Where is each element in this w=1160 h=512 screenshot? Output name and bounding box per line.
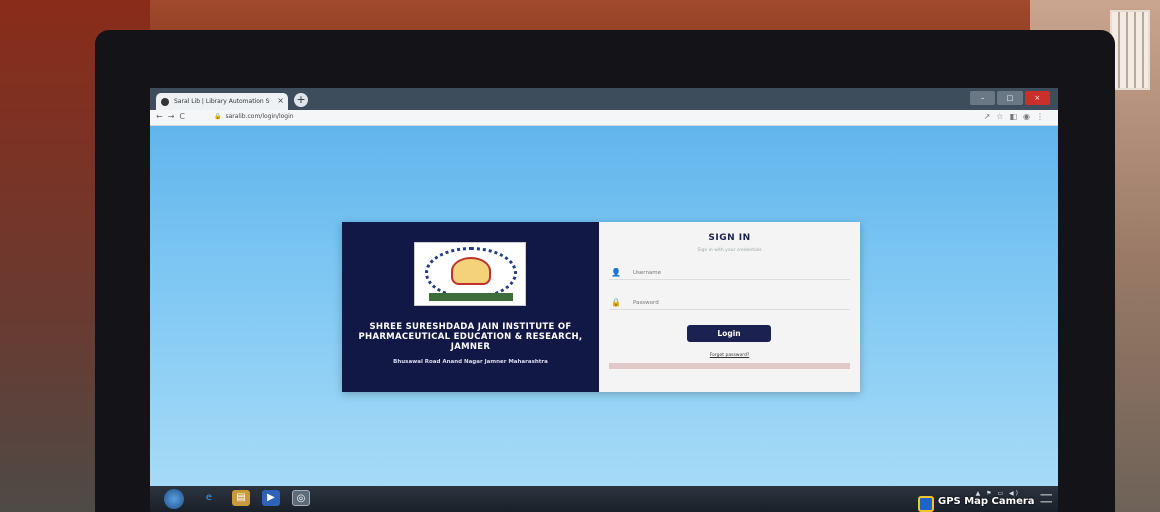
password-field: 🔒 xyxy=(609,296,850,310)
watermark-text: GPS Map Camera xyxy=(938,496,1035,507)
monitor-screen: Saral Lib | Library Automation S × + – □… xyxy=(150,88,1058,486)
close-window-button[interactable]: × xyxy=(1024,91,1050,105)
signin-panel: SIGN IN Sign in with your credentials 👤 … xyxy=(599,222,860,392)
watermark: GPS Map Camera xyxy=(918,496,1160,512)
room-window xyxy=(1110,10,1150,90)
ie-icon[interactable]: e xyxy=(200,490,218,506)
password-input[interactable] xyxy=(633,298,833,308)
back-button[interactable]: ← xyxy=(156,112,168,121)
maximize-button[interactable]: □ xyxy=(997,91,1023,105)
profile-icon[interactable]: ◉ xyxy=(1023,112,1036,121)
minimize-button[interactable]: – xyxy=(970,91,996,105)
institute-logo xyxy=(414,242,526,306)
footer-bar xyxy=(609,363,850,369)
media-icon[interactable]: ▶ xyxy=(262,490,280,506)
favicon-icon xyxy=(161,98,169,106)
user-icon: 👤 xyxy=(611,268,621,277)
username-input[interactable] xyxy=(633,268,833,278)
forgot-password-link[interactable]: Forgot password? xyxy=(599,353,860,358)
bookmark-star-icon[interactable]: ☆ xyxy=(996,112,1009,121)
menu-icon[interactable]: ⋮ xyxy=(1036,112,1050,121)
start-button[interactable] xyxy=(164,489,184,509)
address-bar-row: ←→C 🔒 saralib.com/login/login ↗☆◧◉⋮ xyxy=(150,110,1058,126)
toolbar-icons: ↗☆◧◉⋮ xyxy=(984,112,1050,121)
chrome-icon[interactable]: ◎ xyxy=(292,490,310,506)
forward-button[interactable]: → xyxy=(168,112,180,121)
url-text: saralib.com/login/login xyxy=(225,113,294,120)
institute-address: Bhusawal Road Anand Nagar Jamner Maharas… xyxy=(393,359,548,365)
photo-background: Saral Lib | Library Automation S × + – □… xyxy=(0,0,1160,512)
explorer-icon[interactable]: ▤ xyxy=(232,490,250,506)
sidepanel-icon[interactable]: ◧ xyxy=(1009,112,1023,121)
tab-close-icon[interactable]: × xyxy=(277,96,284,105)
share-icon[interactable]: ↗ xyxy=(984,112,997,121)
reload-button[interactable]: C xyxy=(179,112,190,121)
tab-title: Saral Lib | Library Automation S xyxy=(174,98,270,105)
browser-tab-bar: Saral Lib | Library Automation S × + – □… xyxy=(150,88,1058,110)
institute-name: SHREE SURESHDADA JAIN INSTITUTE OF PHARM… xyxy=(358,322,583,352)
nav-buttons: ←→C xyxy=(156,112,190,121)
signin-title: SIGN IN xyxy=(708,233,751,243)
login-card: SHREE SURESHDADA JAIN INSTITUTE OF PHARM… xyxy=(342,222,860,392)
camera-icon xyxy=(918,496,934,512)
window-controls: – □ × xyxy=(970,91,1050,105)
new-tab-button[interactable]: + xyxy=(294,93,308,107)
lock-icon: 🔒 xyxy=(214,113,222,120)
lock-icon: 🔒 xyxy=(611,298,621,307)
signin-subtitle: Sign in with your credentials xyxy=(697,248,762,253)
username-field: 👤 xyxy=(609,266,850,280)
address-bar[interactable]: 🔒 saralib.com/login/login xyxy=(214,113,294,120)
browser-tab[interactable]: Saral Lib | Library Automation S × xyxy=(156,93,288,110)
institute-panel: SHREE SURESHDADA JAIN INSTITUTE OF PHARM… xyxy=(342,222,599,392)
login-button[interactable]: Login xyxy=(687,325,771,342)
